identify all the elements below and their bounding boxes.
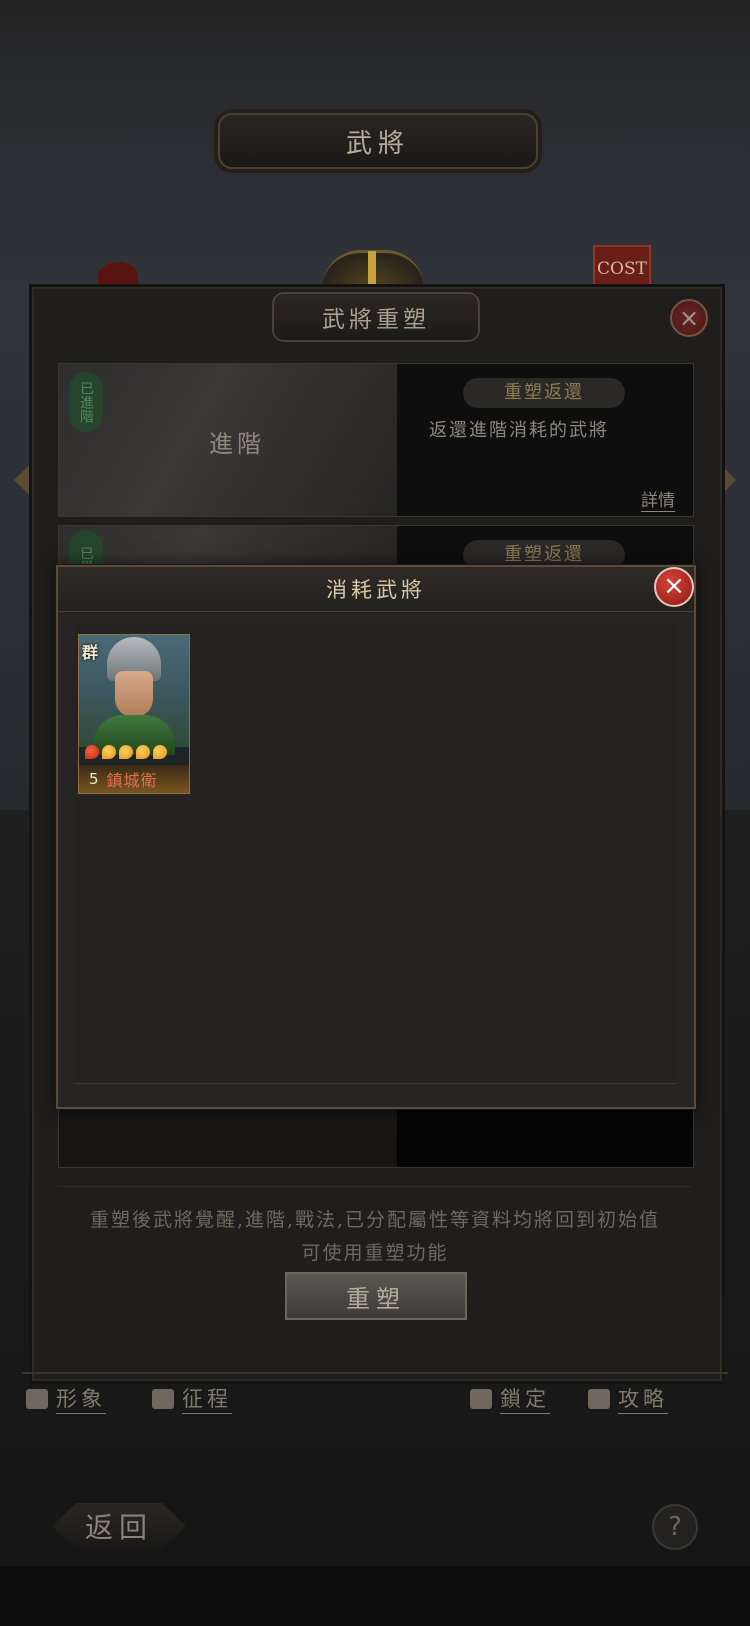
flag-icon [152,1388,174,1409]
reforge-notice: 重塑後武將覺醒,進階,戰法,已分配屬性等資料均將回到初始值 可使用重塑功能 [40,1204,710,1270]
footer-item-appearance[interactable]: 形象 [26,1383,106,1414]
reforge-dialog-title-bar: 武將重塑 [272,292,480,342]
cost-badge: COST [593,245,651,293]
reforge-dialog-title: 武將重塑 [322,307,430,333]
notice-line-1: 重塑後武將覺醒,進階,戰法,已分配屬性等資料均將回到初始值 [89,1209,661,1231]
page-title-bar: 武將 [218,113,538,169]
star-icon [85,745,99,759]
book-icon [588,1388,610,1409]
star-rating [85,745,167,759]
star-icon [153,745,167,759]
reforge-option-row[interactable] [58,1100,694,1168]
general-name: 鎮城衛 [106,771,158,790]
option-side-panel: 重塑返還 [397,526,693,568]
advanced-stamp: 已進階 [69,372,103,432]
reforge-option-advance[interactable]: 已進階 進階 重塑返還 返還進階消耗的武將 詳情 [58,363,694,517]
star-icon [119,745,133,759]
back-button[interactable]: 返回 [52,1503,186,1549]
modal-close-icon[interactable]: × [654,567,694,607]
option-thumb-label: 進階 [209,430,265,458]
footer-divider [22,1372,728,1374]
prev-general-arrow-icon[interactable] [14,462,32,498]
modal-title: 消耗武將 [326,578,426,602]
reforge-dialog-close-icon[interactable]: × [670,299,708,337]
reforge-option-awaken[interactable]: 已覺 重塑返還 [58,525,694,569]
option-side-panel [397,1101,693,1167]
general-cost: 5 [89,770,99,788]
details-link[interactable]: 詳情 [641,486,675,512]
footer-item-lock[interactable]: 鎖定 [470,1383,550,1414]
option-side-panel: 重塑返還 返還進階消耗的武將 詳情 [397,364,693,516]
faction-label: 群 [82,643,99,662]
reforge-button[interactable]: 重塑 [285,1272,467,1320]
page-title: 武將 [345,128,410,159]
bottom-strip [0,1566,750,1626]
lock-icon [470,1388,492,1409]
modal-header: 消耗武將 [58,567,694,612]
notice-line-2: 可使用重塑功能 [301,1242,449,1264]
card-name-strip: 5 鎮城衛 [79,765,189,793]
footer-item-guide[interactable]: 攻略 [588,1383,668,1414]
option-thumbnail [59,526,397,568]
help-button[interactable]: ? [652,1504,698,1550]
reforge-return-tag: 重塑返還 [463,378,625,408]
footer-item-journey[interactable]: 征程 [152,1383,232,1414]
awakened-stamp: 已覺 [69,530,103,568]
star-icon [136,745,150,759]
divider [58,1186,692,1187]
faction-token-icon [98,262,138,290]
option-description: 返還進階消耗的武將 [429,420,609,441]
star-icon [102,745,116,759]
face [115,671,153,717]
general-card[interactable]: 群 5 鎮城衛 [78,634,190,794]
person-icon [26,1388,48,1409]
